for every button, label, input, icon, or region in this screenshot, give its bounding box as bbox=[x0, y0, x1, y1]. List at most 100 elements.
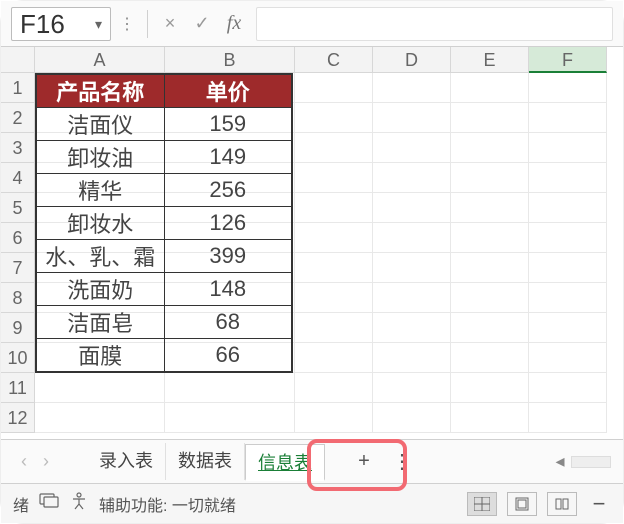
column-header-B[interactable]: B bbox=[165, 47, 295, 73]
table-cell[interactable]: 水、乳、霜 bbox=[36, 240, 164, 273]
row-header-8[interactable]: 8 bbox=[1, 283, 35, 313]
insert-function-button[interactable]: fx bbox=[220, 10, 248, 38]
horizontal-scrollbar[interactable]: ◂ bbox=[549, 451, 611, 472]
cell[interactable] bbox=[451, 253, 529, 283]
table-cell[interactable]: 126 bbox=[164, 207, 292, 240]
cell[interactable] bbox=[35, 373, 165, 403]
drag-handle-icon[interactable]: ⋮ bbox=[115, 14, 139, 34]
display-settings-icon[interactable] bbox=[39, 492, 59, 515]
cell[interactable] bbox=[451, 313, 529, 343]
cell[interactable] bbox=[451, 103, 529, 133]
table-cell[interactable]: 精华 bbox=[36, 174, 164, 207]
view-page-break-button[interactable] bbox=[547, 492, 577, 516]
row-header-5[interactable]: 5 bbox=[1, 193, 35, 223]
cell[interactable] bbox=[373, 103, 451, 133]
cell[interactable] bbox=[451, 223, 529, 253]
accept-formula-button[interactable]: ✓ bbox=[188, 10, 216, 38]
table-cell[interactable]: 399 bbox=[164, 240, 292, 273]
cell[interactable] bbox=[373, 313, 451, 343]
scroll-track[interactable] bbox=[571, 456, 611, 468]
row-header-9[interactable]: 9 bbox=[1, 313, 35, 343]
sheet-nav-next[interactable]: › bbox=[35, 451, 57, 472]
row-header-3[interactable]: 3 bbox=[1, 133, 35, 163]
table-cell[interactable]: 卸妆油 bbox=[36, 141, 164, 174]
cell[interactable] bbox=[373, 373, 451, 403]
cancel-formula-button[interactable]: × bbox=[156, 10, 184, 38]
cell[interactable] bbox=[529, 343, 607, 373]
cell[interactable] bbox=[373, 163, 451, 193]
cell[interactable] bbox=[295, 133, 373, 163]
table-cell[interactable]: 洗面奶 bbox=[36, 273, 164, 306]
view-page-layout-button[interactable] bbox=[507, 492, 537, 516]
cell[interactable] bbox=[373, 343, 451, 373]
cell[interactable] bbox=[529, 193, 607, 223]
table-cell[interactable]: 卸妆水 bbox=[36, 207, 164, 240]
row-header-4[interactable]: 4 bbox=[1, 163, 35, 193]
table-cell[interactable]: 洁面仪 bbox=[36, 108, 164, 141]
cell[interactable] bbox=[451, 163, 529, 193]
row-header-7[interactable]: 7 bbox=[1, 253, 35, 283]
row-header-6[interactable]: 6 bbox=[1, 223, 35, 253]
cell[interactable] bbox=[373, 253, 451, 283]
cell[interactable] bbox=[295, 163, 373, 193]
cell[interactable] bbox=[451, 193, 529, 223]
cell[interactable] bbox=[451, 283, 529, 313]
cell[interactable] bbox=[295, 223, 373, 253]
cell[interactable] bbox=[295, 313, 373, 343]
table-cell[interactable]: 68 bbox=[164, 306, 292, 339]
cell[interactable] bbox=[451, 343, 529, 373]
spreadsheet-grid[interactable]: ABCDEF123456789101112 产品名称单价 洁面仪159卸妆油14… bbox=[1, 47, 623, 439]
cell[interactable] bbox=[373, 223, 451, 253]
cell[interactable] bbox=[165, 403, 295, 433]
accessibility-icon[interactable] bbox=[69, 491, 89, 516]
row-header-12[interactable]: 12 bbox=[1, 403, 35, 433]
cell[interactable] bbox=[373, 403, 451, 433]
scroll-left-icon[interactable]: ◂ bbox=[549, 451, 571, 472]
cell[interactable] bbox=[373, 73, 451, 103]
cell[interactable] bbox=[373, 283, 451, 313]
cell[interactable] bbox=[295, 253, 373, 283]
add-sheet-button[interactable]: + bbox=[345, 450, 383, 473]
table-cell[interactable]: 面膜 bbox=[36, 339, 164, 373]
sheet-nav-prev[interactable]: ‹ bbox=[13, 451, 35, 472]
cell[interactable] bbox=[373, 193, 451, 223]
cell[interactable] bbox=[295, 193, 373, 223]
cell[interactable] bbox=[529, 283, 607, 313]
sheet-menu-button[interactable]: ⋮ bbox=[383, 449, 421, 474]
cell[interactable] bbox=[529, 73, 607, 103]
table-cell[interactable]: 149 bbox=[164, 141, 292, 174]
view-normal-button[interactable] bbox=[467, 492, 497, 516]
cell[interactable] bbox=[529, 103, 607, 133]
select-all-corner[interactable] bbox=[1, 47, 35, 73]
chevron-down-icon[interactable]: ▾ bbox=[91, 7, 102, 41]
table-cell[interactable]: 159 bbox=[164, 108, 292, 141]
column-header-C[interactable]: C bbox=[295, 47, 373, 73]
cell[interactable] bbox=[529, 163, 607, 193]
row-header-10[interactable]: 10 bbox=[1, 343, 35, 373]
cell[interactable] bbox=[295, 73, 373, 103]
sheet-tab[interactable]: 信息表 bbox=[245, 444, 325, 481]
cell[interactable] bbox=[165, 373, 295, 403]
cell[interactable] bbox=[529, 313, 607, 343]
cell[interactable] bbox=[451, 373, 529, 403]
cell[interactable] bbox=[529, 403, 607, 433]
cell[interactable] bbox=[529, 133, 607, 163]
table-cell[interactable]: 256 bbox=[164, 174, 292, 207]
cell[interactable] bbox=[295, 343, 373, 373]
cell[interactable] bbox=[295, 283, 373, 313]
column-header-F[interactable]: F bbox=[529, 47, 607, 73]
cell[interactable] bbox=[35, 403, 165, 433]
table-cell[interactable]: 洁面皂 bbox=[36, 306, 164, 339]
column-header-D[interactable]: D bbox=[373, 47, 451, 73]
name-box[interactable]: F16 ▾ bbox=[11, 7, 111, 41]
cell[interactable] bbox=[451, 73, 529, 103]
sheet-tab[interactable]: 录入表 bbox=[87, 443, 166, 480]
row-header-2[interactable]: 2 bbox=[1, 103, 35, 133]
cell[interactable] bbox=[451, 133, 529, 163]
cell[interactable] bbox=[295, 373, 373, 403]
cell[interactable] bbox=[295, 403, 373, 433]
table-cell[interactable]: 148 bbox=[164, 273, 292, 306]
formula-input[interactable] bbox=[256, 7, 613, 41]
row-header-11[interactable]: 11 bbox=[1, 373, 35, 403]
column-header-A[interactable]: A bbox=[35, 47, 165, 73]
